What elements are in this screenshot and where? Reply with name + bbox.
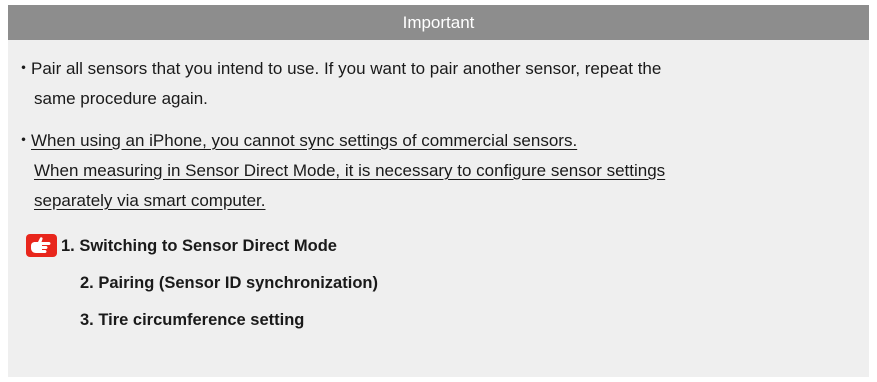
notice-body: ・ Pair all sensors that you intend to us… [8,54,869,339]
step-label: 1. Switching to Sensor Direct Mode [61,237,337,255]
important-notice: Important ・ Pair all sensors that you in… [8,5,869,377]
bullet-item-iphone-note: ・ When using an iPhone, you cannot sync … [8,126,869,216]
bullet-marker: ・ [15,131,32,150]
bullet-item-pairing: ・ Pair all sensors that you intend to us… [8,54,869,114]
notice-header: Important [8,5,869,40]
bullet-text-line: When using an iPhone, you cannot sync se… [31,131,578,150]
bullet-text-line: same procedure again. [34,89,208,108]
notice-title: Important [402,13,475,32]
step-item[interactable]: 3. Tire circumference setting [8,302,869,339]
step-item[interactable]: 2. Pairing (Sensor ID synchronization) [8,265,869,302]
step-label: 2. Pairing (Sensor ID synchronization) [80,274,378,292]
bullet-text-line: When measuring in Sensor Direct Mode, it… [34,161,666,180]
step-label: 3. Tire circumference setting [80,311,305,329]
step-item-current[interactable]: 1. Switching to Sensor Direct Mode [8,228,869,265]
bullet-marker: ・ [15,59,32,78]
bullet-text-line: Pair all sensors that you intend to use.… [31,59,662,78]
pointing-hand-icon [26,234,57,257]
bullet-text-line: separately via smart computer. [34,191,266,210]
step-list: 1. Switching to Sensor Direct Mode 2. Pa… [8,228,869,339]
